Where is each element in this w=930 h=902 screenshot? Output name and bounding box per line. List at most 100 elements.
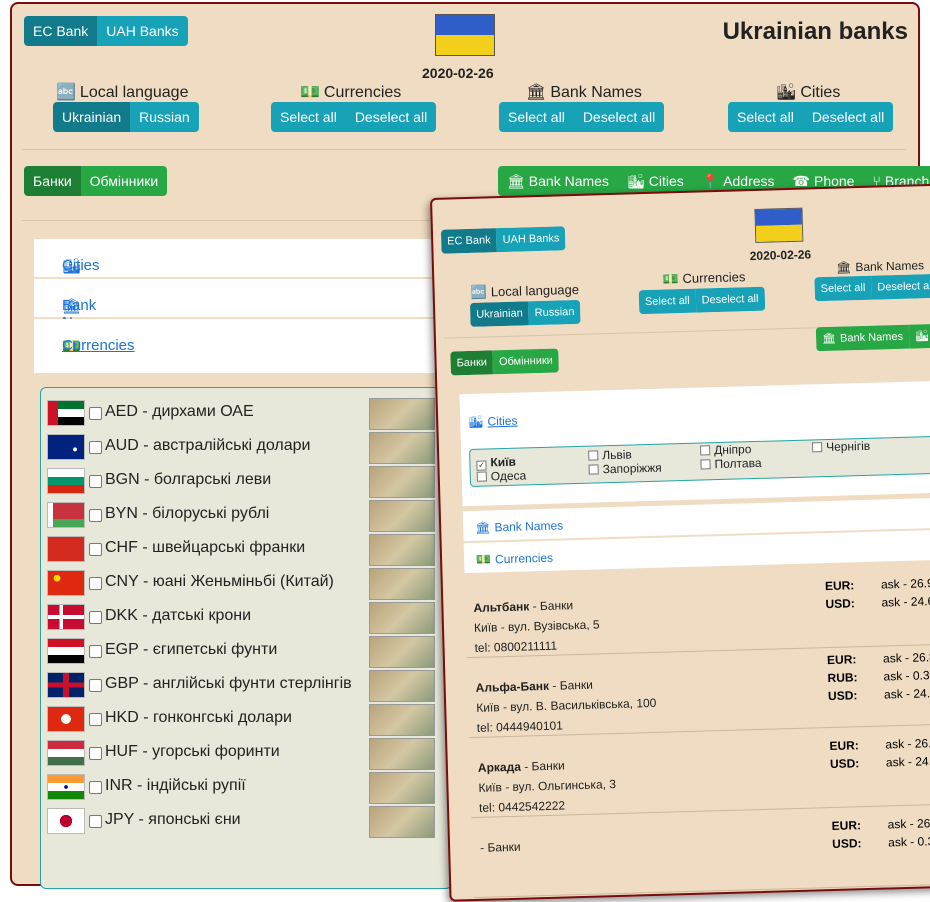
- currency-label: AUD - австралійські долари: [105, 437, 310, 455]
- ec-bank-button[interactable]: EC Bank: [24, 16, 97, 46]
- checkbox-icon: [477, 472, 487, 482]
- banknames-deselect-all-button[interactable]: Deselect all: [574, 102, 664, 132]
- divider: [22, 149, 906, 150]
- russian-button[interactable]: Russian: [130, 102, 199, 132]
- bank-type-switch: EC Bank UAH Banks: [441, 226, 566, 253]
- currency-label: DKK - датські крони: [105, 607, 251, 625]
- currency-checkbox[interactable]: [89, 781, 102, 794]
- city-checkbox[interactable]: Полтава: [700, 456, 761, 472]
- rate-currency: RUB:: [827, 670, 883, 686]
- tab-banky[interactable]: Банки: [450, 350, 493, 375]
- uah-banks-button[interactable]: UAH Banks: [97, 16, 187, 46]
- city-label: Дніпро: [714, 442, 752, 457]
- column-toggles: 🏛Bank Names 🏙Cities: [816, 323, 930, 351]
- currency-checkbox[interactable]: [89, 407, 102, 420]
- currency-item: GBP - англійські фунти стерлінгів: [47, 670, 447, 700]
- money-icon: 💵: [662, 271, 679, 287]
- currency-checkbox[interactable]: [89, 543, 102, 556]
- bank-entry[interactable]: - БанкиEUR:ask - 26.USD:ask - 0.3: [471, 805, 930, 898]
- type-tabs: Банки Обмінники: [450, 348, 559, 375]
- currency-checkbox[interactable]: [89, 577, 102, 590]
- ec-bank-button[interactable]: EC Bank: [441, 228, 497, 254]
- city-label: Київ: [490, 455, 516, 470]
- currency-checkbox[interactable]: [89, 747, 102, 760]
- rate-currency: EUR:: [827, 652, 883, 668]
- toggle-bank-names[interactable]: 🏛Bank Names: [498, 166, 618, 196]
- currency-checkbox[interactable]: [89, 815, 102, 828]
- rate-value: ask - 0.3: [888, 834, 930, 849]
- city-icon: 🏙: [776, 82, 796, 102]
- currency-item: BGN - болгарські леви: [47, 466, 447, 496]
- rate-value: ask - 24.5: [886, 754, 930, 769]
- toggle-bank-names[interactable]: 🏛Bank Names: [816, 325, 910, 352]
- currencies-select-all-button[interactable]: Select all: [639, 289, 696, 315]
- bank-names-panel-link[interactable]: 🏛Bank Names: [475, 518, 563, 534]
- currencies-label: 💵Currencies: [662, 269, 745, 287]
- currencies-panel-link[interactable]: 💵Currencies: [476, 551, 553, 567]
- currencies-select-group: Select all Deselect all: [271, 102, 436, 132]
- currency-checkbox[interactable]: [89, 679, 102, 692]
- banknote-image: [369, 636, 435, 668]
- currency-item: CNY - юані Женьміньбі (Китай): [47, 568, 447, 598]
- banknote-image: [369, 670, 435, 702]
- currency-item: EGP - єгипетські фунти: [47, 636, 447, 666]
- ukrainian-button[interactable]: Ukrainian: [53, 102, 130, 132]
- currency-list: AED - дирхами ОАЕAUD - австралійські дол…: [40, 387, 452, 889]
- currencies-select-all-button[interactable]: Select all: [271, 102, 346, 132]
- cities-panel-link[interactable]: Cities: [62, 257, 100, 274]
- currency-label: HUF - угорські форинти: [105, 743, 280, 761]
- bank-names-panel-header[interactable]: 🏛Bank Names: [34, 279, 444, 318]
- tab-banky[interactable]: Банки: [24, 166, 81, 196]
- rate-value: ask - 26.: [887, 816, 930, 831]
- banknote-image: [369, 704, 435, 736]
- city-checkbox[interactable]: Чернігів: [812, 439, 870, 455]
- currency-checkbox[interactable]: [89, 611, 102, 624]
- bank-entry[interactable]: Альтбанк - БанкиКиїв - вул. Вузівська, 5…: [465, 565, 930, 658]
- cities-panel-link[interactable]: 🏙Cities: [468, 414, 518, 429]
- cities-select-all-button[interactable]: Select all: [728, 102, 803, 132]
- bank-address: Київ - вул. В. Васильківська, 100: [476, 696, 657, 715]
- currency-checkbox[interactable]: [89, 713, 102, 726]
- currency-label: HKD - гонконгські долари: [105, 709, 292, 727]
- currency-item: JPY - японські єни: [47, 806, 447, 836]
- language-switch: Ukrainian Russian: [470, 300, 581, 327]
- bank-entry[interactable]: Альфа-Банк - БанкиКиїв - вул. В. Васильк…: [467, 645, 930, 738]
- city-checkbox[interactable]: Одеса: [477, 468, 527, 483]
- ukrainian-button[interactable]: Ukrainian: [470, 301, 529, 327]
- currency-label: EGP - єгипетські фунти: [105, 641, 277, 659]
- flag-au-icon: [47, 434, 85, 460]
- currencies-label: 💵Currencies: [300, 82, 401, 102]
- toggle-cities[interactable]: 🏙Cities: [909, 323, 930, 349]
- uah-banks-button[interactable]: UAH Banks: [496, 226, 566, 252]
- currency-checkbox[interactable]: [89, 441, 102, 454]
- tab-obminnyky[interactable]: Обмінники: [81, 166, 168, 196]
- bank-entry[interactable]: Аркада - БанкиКиїв - вул. Ольгинська, 3t…: [469, 725, 930, 818]
- city-checkbox[interactable]: Дніпро: [700, 442, 752, 457]
- currency-checkbox[interactable]: [89, 509, 102, 522]
- banknames-select-all-button[interactable]: Select all: [499, 102, 574, 132]
- currencies-deselect-all-button[interactable]: Deselect all: [695, 287, 765, 313]
- bank-icon: 🏛: [475, 520, 491, 534]
- page-title: Ukrainian banks: [723, 18, 908, 46]
- currency-checkbox[interactable]: [89, 645, 102, 658]
- bank-address: Київ - вул. Вузівська, 5: [474, 617, 600, 635]
- banknames-select-all-button[interactable]: Select all: [814, 276, 871, 302]
- banknote-image: [369, 466, 435, 498]
- city-checkbox[interactable]: Запоріжжя: [588, 461, 661, 477]
- currency-item: BYN - білоруські рублі: [47, 500, 447, 530]
- currencies-deselect-all-button[interactable]: Deselect all: [346, 102, 436, 132]
- cities-deselect-all-button[interactable]: Deselect all: [803, 102, 893, 132]
- currencies-panel-link[interactable]: Currencies: [62, 337, 135, 354]
- tab-obminnyky[interactable]: Обмінники: [493, 348, 560, 374]
- banknote-image: [369, 568, 435, 600]
- bank-type: - Банки: [480, 840, 521, 855]
- russian-button[interactable]: Russian: [528, 300, 580, 325]
- banknames-deselect-all-button[interactable]: Deselect all: [871, 274, 930, 300]
- banknote-image: [369, 432, 435, 464]
- cities-panel-header[interactable]: 🏙Cities: [34, 239, 444, 278]
- banknames-select-group: Select all Deselect all: [499, 102, 664, 132]
- city-checkbox[interactable]: Львів: [588, 447, 632, 462]
- rate-currency: USD:: [830, 755, 886, 771]
- currencies-panel-header[interactable]: 💵Currencies: [34, 319, 444, 374]
- currency-checkbox[interactable]: [89, 475, 102, 488]
